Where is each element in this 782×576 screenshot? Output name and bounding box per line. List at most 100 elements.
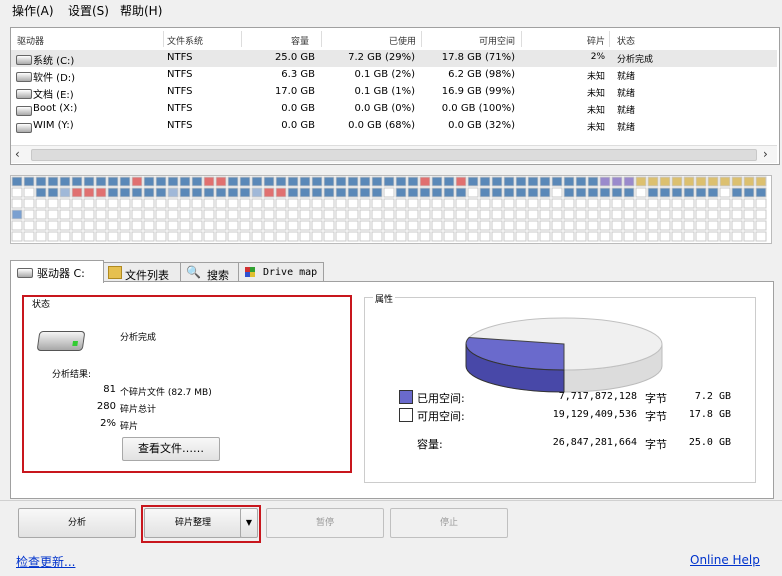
horizontal-scrollbar[interactable]: ‹ › [11,145,777,163]
col-header-capacity[interactable]: 容量 [291,34,309,47]
drive-row[interactable]: WIM (Y:) NTFS 0.0 GB 0.0 GB (68%) 0.0 GB (32… [11,118,777,135]
scroll-left-icon[interactable]: ‹ [15,147,20,161]
cluster-block [527,220,539,231]
cluster-block [203,187,215,198]
cluster-block [131,187,143,198]
cluster-block [59,198,71,209]
col-header-used[interactable]: 已使用 [389,34,416,47]
cluster-block [491,231,503,242]
tab-drive-map[interactable]: Drive map [238,262,324,282]
cluster-block [347,231,359,242]
cluster-block [431,220,443,231]
cluster-block [275,176,287,187]
cluster-block [299,231,311,242]
drive-row[interactable]: 文档 (E:) NTFS 17.0 GB 0.1 GB (1%) 16.9 GB (99… [11,84,777,101]
cluster-block [95,176,107,187]
cluster-block [647,187,659,198]
cluster-block [311,209,323,220]
cluster-block [491,176,503,187]
cluster-block [227,187,239,198]
cluster-block [59,187,71,198]
cluster-block [503,231,515,242]
cluster-block [575,176,587,187]
menu-action[interactable]: 操作(A) [12,2,54,19]
cluster-block [107,176,119,187]
cluster-block [143,209,155,220]
cluster-block [35,220,47,231]
check-updates-link[interactable]: 检查更新... [16,553,75,570]
cluster-block [407,209,419,220]
drive-row[interactable]: 系统 (C:) NTFS 25.0 GB 7.2 GB (29%) 17.8 GB (7… [11,50,777,67]
tab-file-list[interactable]: 文件列表 [102,262,182,282]
analyze-button[interactable]: 分析 [18,508,136,538]
drive-list[interactable]: 驱动器 文件系统 容量 已使用 可用空间 碎片 状态 系统 (C:) NTFS 25… [10,27,780,165]
tab-strip: 驱动器 C: 文件列表 🔍 搜索 Drive map [10,260,340,283]
col-header-status[interactable]: 状态 [617,34,635,47]
drive-cell-fs: NTFS [167,52,193,63]
tab-search[interactable]: 🔍 搜索 [180,262,240,282]
col-header-fs[interactable]: 文件系统 [167,34,203,47]
cluster-block [635,198,647,209]
disk-usage-pie [465,317,663,393]
cluster-block [731,198,743,209]
fragmentation-percent: 2% [100,418,116,429]
cluster-block [479,176,491,187]
cluster-block [707,187,719,198]
menu-help[interactable]: 帮助(H) [120,2,162,19]
tab-drive[interactable]: 驱动器 C: [10,260,104,283]
cluster-block [563,198,575,209]
cluster-block [323,176,335,187]
menu-settings[interactable]: 设置(S) [68,2,109,19]
drive-row[interactable]: Boot (X:) NTFS 0.0 GB 0.0 GB (0%) 0.0 GB (10… [11,101,777,118]
cluster-block [671,231,683,242]
cluster-block [347,176,359,187]
scroll-thumb[interactable] [31,149,757,161]
defrag-button[interactable]: 碎片整理 [144,508,242,538]
stop-button[interactable]: 停止 [390,508,508,538]
drive-row[interactable]: 软件 (D:) NTFS 6.3 GB 0.1 GB (2%) 6.2 GB (98%)… [11,67,777,84]
cluster-block [695,220,707,231]
cluster-block [251,220,263,231]
online-help-link[interactable]: Online Help [690,553,760,567]
cluster-block [119,209,131,220]
col-header-free[interactable]: 可用空间 [479,34,515,47]
scroll-right-icon[interactable]: › [763,147,768,161]
cluster-block [215,220,227,231]
cluster-block [287,209,299,220]
cluster-block [71,176,83,187]
cluster-block [131,209,143,220]
drive-cell-status: 就绪 [617,72,636,82]
col-header-drive[interactable]: 驱动器 [17,34,44,47]
cluster-block [311,231,323,242]
pause-button[interactable]: 暂停 [266,508,384,538]
free-space-label: 可用空间: [417,410,465,423]
cluster-block [647,209,659,220]
cluster-block [383,187,395,198]
cluster-block [167,231,179,242]
cluster-block [83,231,95,242]
cluster-block [599,231,611,242]
cluster-block [299,176,311,187]
cluster-block [347,220,359,231]
free-space-bytes: 19,129,409,536 [552,409,637,420]
cluster-block [431,187,443,198]
cluster-block [527,209,539,220]
cluster-block [119,198,131,209]
cluster-block [683,176,695,187]
cluster-block [383,198,395,209]
cluster-block [227,231,239,242]
col-header-frag[interactable]: 碎片 [587,34,605,47]
view-files-button[interactable]: 查看文件…… [122,437,220,461]
search-icon: 🔍 [186,265,201,279]
defrag-dropdown-icon[interactable]: ▼ [240,508,258,538]
cluster-block [35,209,47,220]
properties-title: 属性 [373,292,396,305]
cluster-block [263,187,275,198]
cluster-block [527,176,539,187]
cluster-block [227,220,239,231]
status-title: 状态 [30,297,53,310]
cluster-block [95,187,107,198]
cluster-block [299,209,311,220]
cluster-block [539,231,551,242]
cluster-block [419,176,431,187]
